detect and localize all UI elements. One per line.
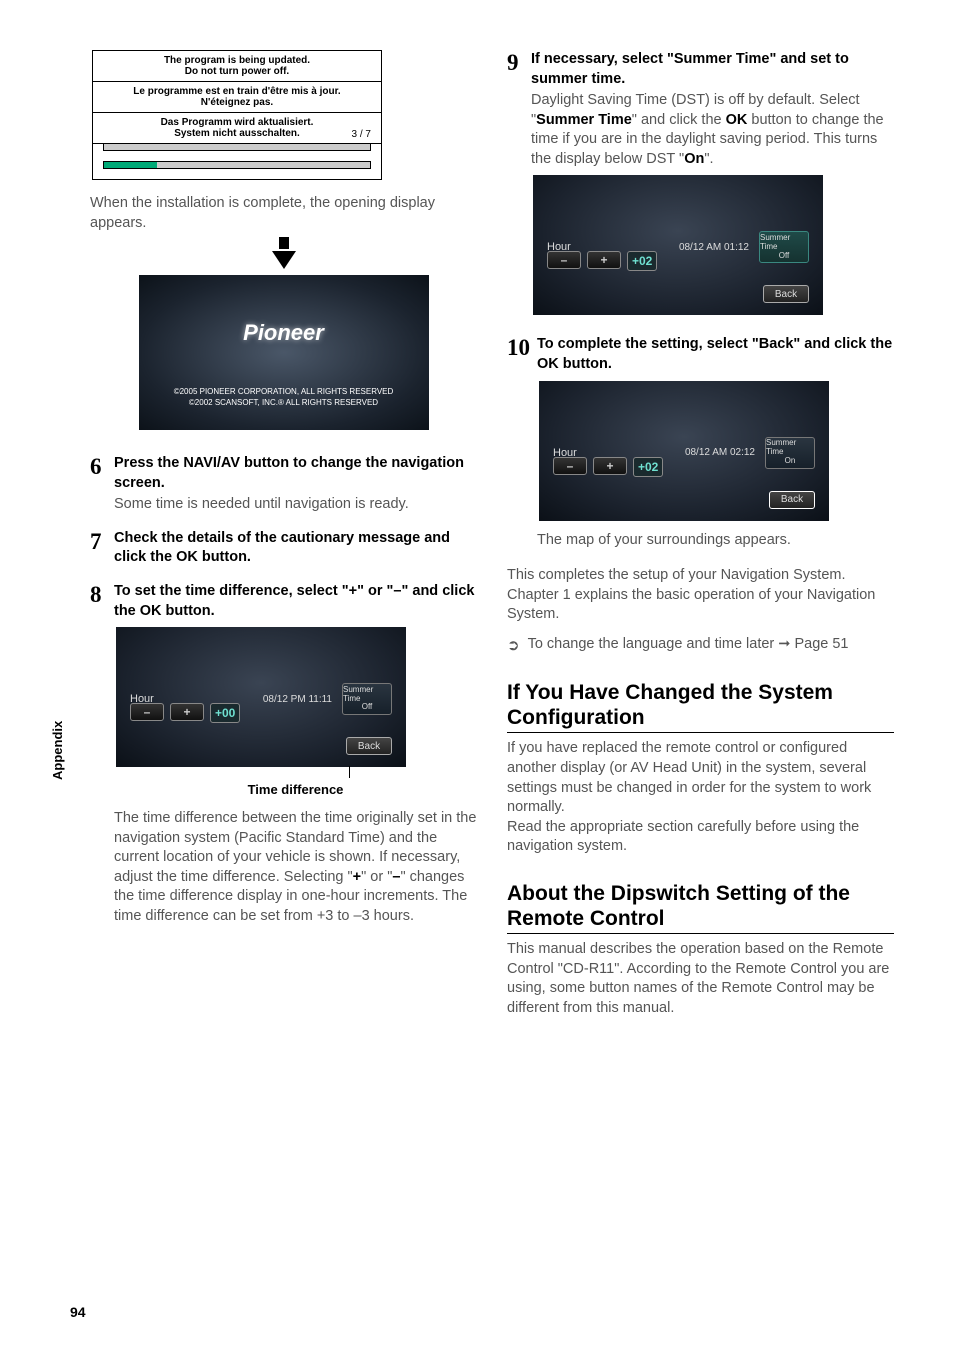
step-7-heading: Check the details of the cautionary mess… [114, 529, 477, 568]
text: Summer Time [766, 439, 814, 457]
pointer-line [349, 766, 350, 778]
right-column: 9 If necessary, select "Summer Time" and… [507, 50, 894, 1325]
minus-button[interactable]: – [553, 457, 587, 475]
text-bold: + [353, 869, 361, 885]
text: " and click the [632, 112, 726, 128]
cross-reference: ➲ To change the language and time later … [507, 635, 894, 656]
text-bold: OK [726, 112, 748, 128]
step-number-8: 8 [90, 582, 114, 927]
step-6-heading: Press the NAVI/AV button to change the n… [114, 454, 477, 493]
date-display: 08/12 AM 02:12 [685, 447, 755, 458]
step-10-after: The map of your surroundings appears. [537, 531, 894, 551]
step-8-heading: To set the time difference, select "+" o… [114, 582, 477, 621]
summer-time-button[interactable]: Summer Time On [765, 437, 815, 469]
step-8-body: The time difference between the time ori… [114, 809, 477, 926]
minus-button[interactable]: – [547, 251, 581, 269]
completion-paragraph: This completes the setup of your Navigat… [507, 566, 894, 625]
text: ". [704, 151, 713, 167]
section-heading-config: If You Have Changed the System Configura… [507, 680, 894, 730]
step-number-10: 10 [507, 335, 537, 550]
update-progress-figure: The program is being updated. Do not tur… [92, 50, 382, 180]
step-9-body: Daylight Saving Time (DST) is off by def… [531, 91, 894, 169]
time-offset-value: +02 [627, 251, 657, 271]
step-number-9: 9 [507, 50, 531, 315]
progress-bar-top [103, 143, 371, 151]
text: button. [559, 356, 612, 372]
section-config-p1: If you have replaced the remote control … [507, 739, 894, 817]
section-heading-dipswitch: About the Dipswitch Setting of the Remot… [507, 881, 894, 931]
text: " or " [361, 869, 392, 885]
step-number-7: 7 [90, 529, 114, 568]
plus-button[interactable]: + [170, 703, 204, 721]
text: Off [362, 703, 373, 712]
after-install-text: When the installation is complete, the o… [90, 194, 477, 233]
pioneer-logo: Pioneer [139, 320, 429, 346]
time-offset-value: +02 [633, 457, 663, 477]
text: Check the details of the cautionary mess… [114, 530, 450, 566]
text: ©2005 PIONEER CORPORATION, ALL RIGHTS RE… [139, 387, 429, 397]
text: The program is being updated. [99, 55, 375, 66]
progress-bar-bottom [103, 161, 371, 169]
time-setting-figure-1: Hour 08/12 PM 11:11 Summer Time Off – + … [116, 627, 406, 767]
text: To complete the setting, select "Back" a… [537, 336, 892, 352]
time-offset-value: +00 [210, 703, 240, 723]
text-bold: Summer Time [536, 112, 632, 128]
back-button[interactable]: Back [763, 285, 809, 303]
text: ©2002 SCANSOFT, INC.® ALL RIGHTS RESERVE… [139, 398, 429, 408]
opening-display-figure: Pioneer ©2005 PIONEER CORPORATION, ALL R… [139, 275, 429, 430]
text: Do not turn power off. [99, 66, 375, 77]
update-msg-de: Das Programm wird aktualisiert. System n… [93, 113, 381, 144]
xref-text: To change the language and time later ➞ … [528, 635, 849, 656]
text-bold: OK [537, 356, 559, 372]
update-msg-en: The program is being updated. Do not tur… [93, 51, 381, 82]
text: N'éteignez pas. [99, 97, 375, 108]
update-msg-fr: Le programme est en train d'être mis à j… [93, 82, 381, 113]
date-display: 08/12 AM 01:12 [679, 242, 749, 253]
time-difference-caption: Time difference [114, 782, 477, 797]
summer-time-button[interactable]: Summer Time Off [342, 683, 392, 715]
back-button[interactable]: Back [346, 737, 392, 755]
time-setting-figure-3: Hour 08/12 AM 02:12 Summer Time On – + +… [539, 381, 829, 521]
section-rule [507, 732, 894, 733]
minus-button[interactable]: – [130, 703, 164, 721]
text: Le programme est en train d'être mis à j… [99, 86, 375, 97]
plus-button[interactable]: + [593, 457, 627, 475]
step-9-heading: If necessary, select "Summer Time" and s… [531, 50, 894, 89]
text: On [785, 457, 796, 466]
text: Off [779, 252, 790, 261]
back-button[interactable]: Back [769, 491, 815, 509]
step-number-6: 6 [90, 454, 114, 515]
text: System nicht ausschalten. [99, 128, 375, 139]
text-bold: OK [176, 549, 198, 565]
text: button. [198, 549, 251, 565]
text: Das Programm wird aktualisiert. [99, 117, 375, 128]
update-counter: 3 / 7 [352, 129, 371, 140]
text-bold: NAVI/AV [183, 455, 240, 471]
summer-time-button[interactable]: Summer Time Off [759, 231, 809, 263]
xref-icon: ➲ [507, 636, 520, 656]
plus-button[interactable]: + [587, 251, 621, 269]
arrow-down-icon [272, 251, 296, 269]
step-6-body: Some time is needed until navigation is … [114, 495, 477, 515]
text-bold: OK [140, 603, 162, 619]
side-section-label: Appendix [50, 721, 65, 780]
page-number: 94 [70, 1304, 86, 1320]
section-dipswitch-p1: This manual describes the operation base… [507, 940, 894, 1018]
arrow-down-icon [279, 237, 289, 249]
section-rule [507, 933, 894, 934]
text: Press the [114, 455, 183, 471]
section-config-p2: Read the appropriate section carefully b… [507, 818, 894, 857]
left-column: The program is being updated. Do not tur… [90, 50, 477, 1325]
step-10-heading: To complete the setting, select "Back" a… [537, 335, 894, 374]
copyright-text: ©2005 PIONEER CORPORATION, ALL RIGHTS RE… [139, 387, 429, 408]
text: Summer Time [760, 234, 808, 252]
date-display: 08/12 PM 11:11 [263, 694, 332, 705]
text-bold: On [684, 151, 704, 167]
text: Summer Time [343, 686, 391, 704]
text: button. [162, 603, 215, 619]
time-setting-figure-2: Hour 08/12 AM 01:12 Summer Time Off – + … [533, 175, 823, 315]
